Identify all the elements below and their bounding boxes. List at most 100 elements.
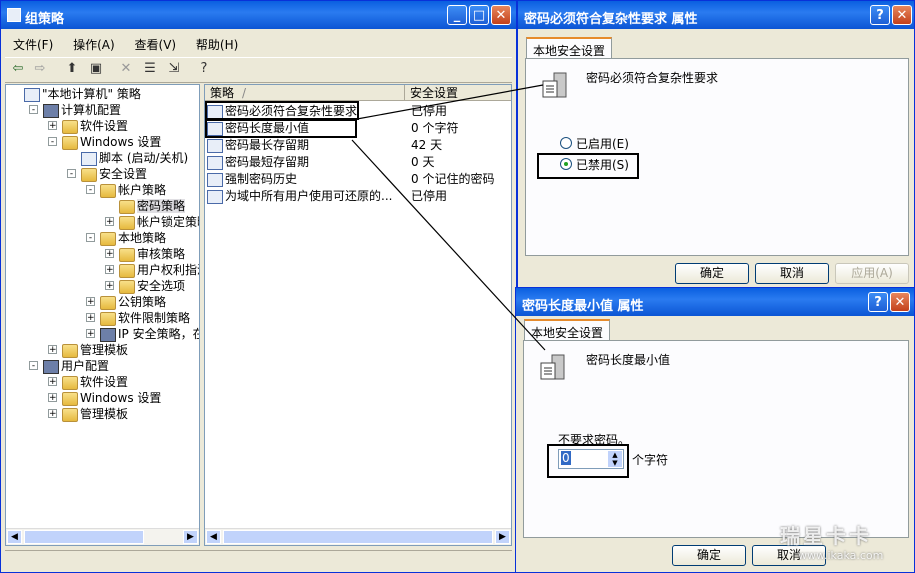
folder-icon xyxy=(62,375,78,390)
collapse-icon[interactable]: - xyxy=(86,233,95,243)
expand-icon[interactable]: + xyxy=(48,345,57,355)
dialog1-cancel-button[interactable]: 取消 xyxy=(755,263,829,284)
scroll-left-icon[interactable]: ◀ xyxy=(7,530,22,544)
close-button[interactable]: ✕ xyxy=(491,5,511,25)
collapse-icon[interactable]: - xyxy=(29,361,38,371)
tree-item[interactable]: - Windows 设置 xyxy=(48,134,161,150)
main-titlebar[interactable]: 组策略 _ □ ✕ xyxy=(1,1,516,29)
policy-row[interactable]: 为域中所有用户使用可还原的... xyxy=(207,188,392,205)
expand-icon[interactable]: + xyxy=(48,377,57,387)
tree-item[interactable]: + 软件设置 xyxy=(48,374,128,390)
radio-enabled[interactable] xyxy=(560,137,572,149)
tree-item[interactable]: 密码策略 xyxy=(119,198,186,214)
tree-item[interactable]: - 安全设置 xyxy=(67,166,147,182)
dialog1-apply-button[interactable]: 应用(A) xyxy=(835,263,909,284)
tree-item[interactable]: + 公钥策略 xyxy=(86,294,166,310)
tree-item-label: 帐户锁定策略 xyxy=(137,215,199,229)
menu-view[interactable]: 查看(V) xyxy=(127,33,185,56)
collapse-icon[interactable]: - xyxy=(29,105,38,115)
menu-help[interactable]: 帮助(H) xyxy=(188,33,246,56)
back-icon[interactable]: ⇦ xyxy=(9,61,27,77)
up-folder-icon[interactable]: ⬆ xyxy=(63,61,81,77)
script-icon xyxy=(81,151,97,166)
expand-icon[interactable]: + xyxy=(105,217,114,227)
user-icon xyxy=(43,359,59,374)
tree-item[interactable]: - 用户配置 xyxy=(29,358,109,374)
tree-item[interactable]: + 软件设置 xyxy=(48,118,128,134)
export-icon[interactable]: ⇲ xyxy=(165,61,183,77)
delete-icon[interactable]: ✕ xyxy=(117,61,135,77)
security-icon xyxy=(81,167,97,182)
expand-icon[interactable]: + xyxy=(105,265,114,275)
policy-row[interactable]: 强制密码历史 xyxy=(207,171,297,188)
tree-item[interactable]: + 软件限制策略 xyxy=(86,310,190,326)
tree-item[interactable]: + 帐户锁定策略 xyxy=(105,214,199,230)
help-icon[interactable]: ? xyxy=(195,61,213,77)
policy-list-pane[interactable]: 策略 / 安全设置 密码必须符合复杂性要求 已停用 密码长度最小值 0 个字符 密码最长存… xyxy=(204,84,512,546)
tree-item[interactable]: "本地计算机" 策略 xyxy=(24,86,141,102)
expand-icon[interactable]: + xyxy=(86,313,95,323)
tree-item[interactable]: + 管理模板 xyxy=(48,406,129,422)
show-tree-icon[interactable]: ▣ xyxy=(87,61,105,77)
tree-item[interactable]: + 安全选项 xyxy=(105,278,186,294)
tree-item-label: 安全选项 xyxy=(137,279,186,293)
tree-item-label: 密码策略 xyxy=(137,199,186,213)
folder-icon xyxy=(62,391,78,406)
expand-icon[interactable]: + xyxy=(86,297,95,307)
dialog1-help-button[interactable]: ? xyxy=(870,5,890,25)
dialog1-titlebar[interactable]: 密码必须符合复杂性要求 属性 ? ✕ xyxy=(518,1,914,29)
dialog2-close-button[interactable]: ✕ xyxy=(890,292,910,312)
expand-icon[interactable]: + xyxy=(48,409,57,419)
folder-icon xyxy=(119,279,135,294)
tree-item[interactable]: - 帐户策略 xyxy=(86,182,166,198)
tree-item-label: 脚本 (启动/关机) xyxy=(99,151,189,165)
expand-icon[interactable]: + xyxy=(48,121,57,131)
dialog2-titlebar[interactable]: 密码长度最小值 属性 ? ✕ xyxy=(516,288,914,316)
maximize-button[interactable]: □ xyxy=(469,5,489,25)
tree-item[interactable]: + Windows 设置 xyxy=(48,390,161,406)
properties-icon[interactable]: ☰ xyxy=(141,61,159,77)
watermark-logo: 瑞星卡卡 www.ikaka.com xyxy=(780,520,910,566)
list-hscrollbar[interactable]: ◀ ▶ xyxy=(205,528,511,545)
tree-pane[interactable]: "本地计算机" 策略 - 计算机配置 + 软件设置 - Windows 设置 脚本 (启动/关… xyxy=(5,84,200,546)
scroll-thumb[interactable] xyxy=(223,530,493,544)
menu-action[interactable]: 操作(A) xyxy=(65,33,123,56)
dialog2-ok-button[interactable]: 确定 xyxy=(672,545,746,566)
scroll-left-icon[interactable]: ◀ xyxy=(206,530,221,544)
minimize-button[interactable]: _ xyxy=(447,5,467,25)
radio-enabled-label[interactable]: 已启用(E) xyxy=(576,135,629,152)
status-bar xyxy=(5,550,512,571)
policy-name: 密码最长存留期 xyxy=(225,138,310,152)
scroll-right-icon[interactable]: ▶ xyxy=(495,530,510,544)
tree-item[interactable]: + IP 安全策略，在 xyxy=(86,326,199,342)
scroll-thumb[interactable] xyxy=(24,530,144,544)
expand-icon[interactable]: + xyxy=(105,281,114,291)
tree-hscrollbar[interactable]: ◀ ▶ xyxy=(6,528,199,545)
forward-icon[interactable]: ⇨ xyxy=(31,61,49,77)
collapse-icon[interactable]: - xyxy=(86,185,95,195)
tree-item[interactable]: + 管理模板 xyxy=(48,342,128,358)
expand-icon[interactable]: + xyxy=(48,393,57,403)
collapse-icon[interactable]: - xyxy=(67,169,76,179)
policy-row[interactable]: 密码最短存留期 xyxy=(207,154,309,171)
menu-file[interactable]: 文件(F) xyxy=(5,33,61,56)
dialog1-close-button[interactable]: ✕ xyxy=(892,5,912,25)
policy-setting-value: 已停用 xyxy=(411,189,448,203)
tree-item[interactable]: - 计算机配置 xyxy=(29,102,121,118)
highlight-minlength-row xyxy=(205,119,357,138)
tree-item-label: 管理模板 xyxy=(80,407,129,421)
collapse-icon[interactable]: - xyxy=(48,137,57,147)
tree-item[interactable]: + 用户权利指派 xyxy=(105,262,199,278)
scroll-right-icon[interactable]: ▶ xyxy=(183,530,198,544)
dialog2-help-button[interactable]: ? xyxy=(868,292,888,312)
tree-item-label: "本地计算机" 策略 xyxy=(42,87,141,101)
expand-icon[interactable]: + xyxy=(105,249,114,259)
tree-item[interactable]: 脚本 (启动/关机) xyxy=(81,150,188,166)
column-header-setting[interactable]: 安全设置 xyxy=(405,85,511,101)
tree-item[interactable]: - 本地策略 xyxy=(86,230,166,246)
dialog1-ok-button[interactable]: 确定 xyxy=(675,263,749,284)
column-header-policy[interactable]: 策略 / xyxy=(205,85,405,101)
tree-item[interactable]: + 审核策略 xyxy=(105,246,185,262)
policy-row[interactable]: 密码最长存留期 xyxy=(207,137,309,154)
expand-icon[interactable]: + xyxy=(86,329,95,339)
